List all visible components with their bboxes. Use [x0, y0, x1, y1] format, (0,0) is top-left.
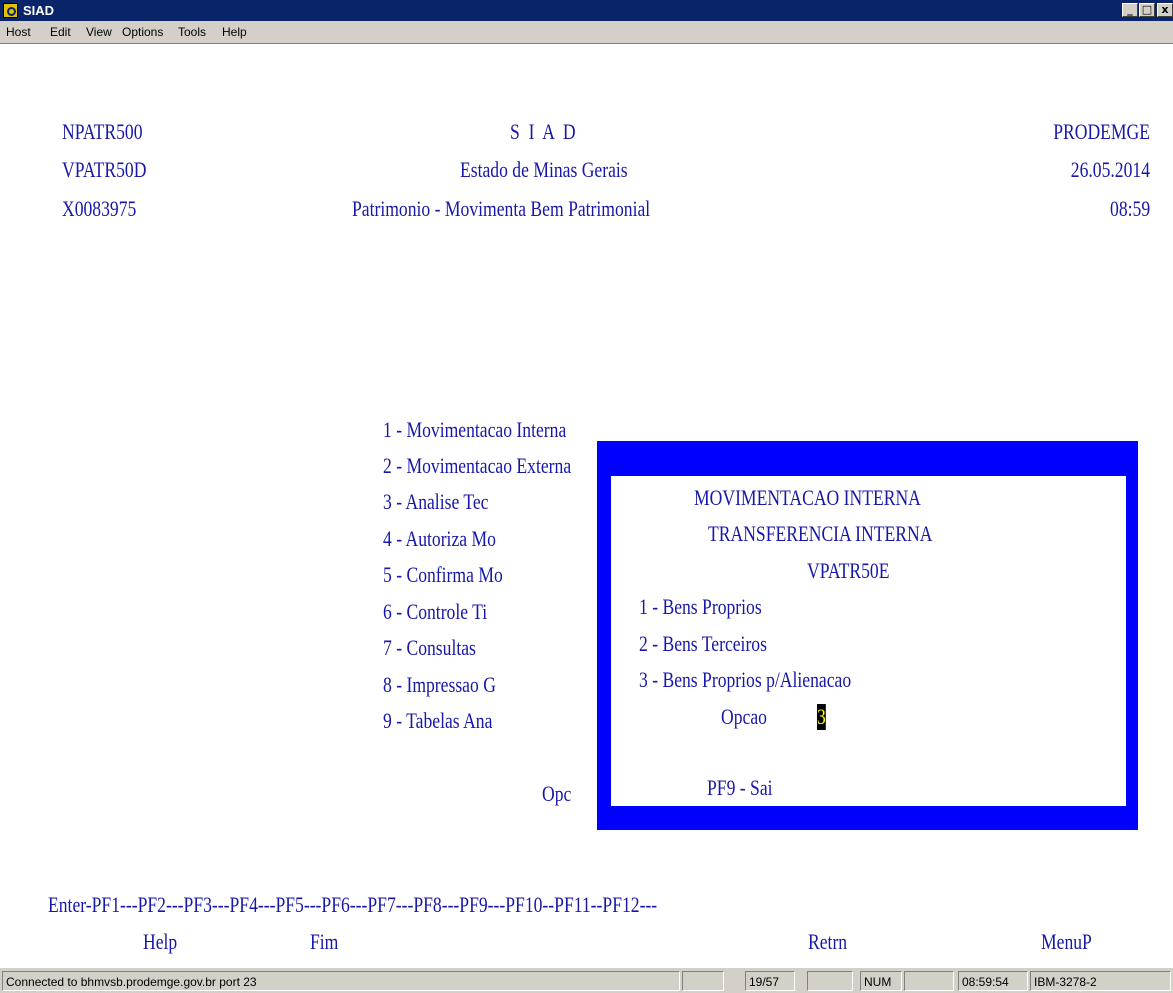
- popup-option-3: 3 - Bens Proprios p/Alienacao: [639, 667, 852, 692]
- popup-exit-hint: PF9 - Sai: [707, 775, 773, 800]
- system-name: S I A D: [510, 119, 576, 144]
- popup-body: MOVIMENTACAO INTERNA TRANSFERENCIA INTER…: [611, 476, 1126, 806]
- popup-option-2: 2 - Bens Terceiros: [639, 631, 767, 656]
- menu-help[interactable]: Help: [222, 25, 247, 39]
- status-clock: 08:59:54: [958, 971, 1028, 991]
- cursor-position: 19/57: [745, 971, 795, 991]
- current-date: 26.05.2014: [1070, 157, 1150, 182]
- window-title: SIAD: [23, 3, 55, 18]
- view-id: VPATR50D: [62, 157, 147, 182]
- pf3-fim[interactable]: Fim: [310, 929, 338, 955]
- option-input[interactable]: 3: [817, 704, 826, 730]
- menu-option-5: 5 - Confirma Mo: [383, 562, 503, 587]
- popup-view-id: VPATR50E: [807, 558, 890, 583]
- minimize-button[interactable]: _: [1122, 3, 1138, 17]
- user-id: X0083975: [62, 196, 137, 221]
- popup-title: MOVIMENTACAO INTERNA: [694, 485, 921, 510]
- menu-option-6: 6 - Controle Ti: [383, 599, 488, 624]
- terminal-type: IBM-3278-2: [1030, 971, 1171, 991]
- app-icon[interactable]: [3, 3, 18, 18]
- pf9-retrn[interactable]: Retrn: [808, 929, 847, 955]
- popup-window: MOVIMENTACAO INTERNA TRANSFERENCIA INTER…: [597, 441, 1138, 830]
- function-key-line: Enter-PF1---PF2---PF3---PF4---PF5---PF6-…: [48, 892, 658, 917]
- menu-option-4: 4 - Autoriza Mo: [383, 526, 496, 551]
- menu-tools[interactable]: Tools: [178, 25, 206, 39]
- status-empty-2: [807, 971, 853, 991]
- state-name: Estado de Minas Gerais: [460, 157, 628, 182]
- program-id: NPATR500: [62, 119, 143, 144]
- menu-option-9: 9 - Tabelas Ana: [383, 708, 493, 733]
- connection-status: Connected to bhmvsb.prodemge.gov.br port…: [2, 971, 680, 991]
- menu-option-2: 2 - Movimentacao Externa: [383, 453, 572, 478]
- menu-host[interactable]: Host: [6, 25, 31, 39]
- maximize-button[interactable]: □: [1139, 3, 1155, 17]
- menu-bar: Host Edit View Options Tools Help: [0, 21, 1173, 44]
- pf1-help[interactable]: Help: [143, 929, 177, 955]
- menu-view[interactable]: View: [86, 25, 112, 39]
- status-bar: Connected to bhmvsb.prodemge.gov.br port…: [0, 968, 1173, 993]
- menu-option-8: 8 - Impressao G: [383, 672, 496, 697]
- menu-options[interactable]: Options: [122, 25, 163, 39]
- pf12-menup[interactable]: MenuP: [1041, 929, 1092, 955]
- option-input-value[interactable]: 3: [817, 704, 826, 730]
- screen-title: Patrimonio - Movimenta Bem Patrimonial: [352, 196, 651, 221]
- status-empty-3: [904, 971, 954, 991]
- menu-edit[interactable]: Edit: [50, 25, 71, 39]
- num-lock-indicator: NUM: [860, 971, 902, 991]
- popup-option-1: 1 - Bens Proprios: [639, 594, 762, 619]
- main-option-label: Opc: [542, 781, 572, 806]
- close-button[interactable]: x: [1157, 3, 1173, 17]
- window-title-bar[interactable]: SIAD _ □ x: [0, 0, 1173, 21]
- status-empty-1: [682, 971, 724, 991]
- menu-option-7: 7 - Consultas: [383, 635, 476, 660]
- popup-subtitle: TRANSFERENCIA INTERNA: [708, 521, 933, 546]
- menu-option-1: 1 - Movimentacao Interna: [383, 417, 567, 442]
- company-name: PRODEMGE: [1053, 119, 1150, 144]
- menu-option-3: 3 - Analise Tec: [383, 489, 489, 514]
- popup-option-label: Opcao: [721, 704, 767, 729]
- current-time: 08:59: [1109, 196, 1150, 221]
